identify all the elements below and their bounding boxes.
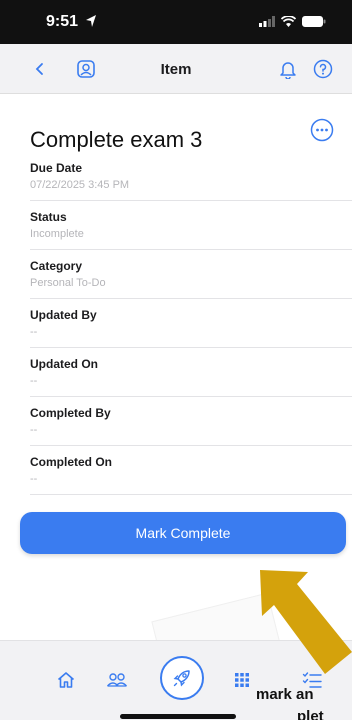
nav-bar: Item bbox=[0, 44, 352, 94]
status-bar: 9:51 bbox=[0, 0, 352, 44]
field-value: Incomplete bbox=[30, 228, 84, 240]
more-options-button[interactable] bbox=[310, 118, 334, 142]
field-completed-by: Completed By -- bbox=[30, 397, 352, 446]
field-label: Category bbox=[30, 259, 83, 273]
signal-icon bbox=[259, 16, 275, 27]
tab-rocket[interactable] bbox=[160, 656, 204, 700]
field-value: -- bbox=[30, 424, 38, 436]
field-value: Personal To-Do bbox=[30, 277, 106, 289]
field-updated-on: Updated On -- bbox=[30, 348, 352, 397]
annotation-arrow-icon bbox=[260, 570, 352, 674]
people-icon bbox=[106, 673, 128, 687]
home-icon bbox=[57, 672, 75, 688]
field-label: Due Date bbox=[30, 161, 83, 175]
item-details: Due Date 07/22/2025 3:45 PM Status Incom… bbox=[30, 152, 352, 495]
field-completed-on: Completed On -- bbox=[30, 446, 352, 495]
more-icon bbox=[310, 118, 334, 142]
help-icon bbox=[313, 59, 333, 79]
location-arrow-icon bbox=[86, 15, 96, 27]
battery-icon bbox=[302, 16, 326, 27]
home-indicator bbox=[120, 714, 236, 719]
field-label: Status bbox=[30, 210, 67, 224]
field-value: -- bbox=[30, 326, 38, 338]
tab-home[interactable] bbox=[54, 668, 78, 692]
field-updated-by: Updated By -- bbox=[30, 299, 352, 348]
notifications-button[interactable] bbox=[276, 57, 300, 81]
rocket-icon bbox=[173, 670, 190, 687]
help-button[interactable] bbox=[311, 57, 335, 81]
bell-icon bbox=[280, 62, 296, 79]
field-label: Updated By bbox=[30, 308, 97, 322]
wifi-icon bbox=[281, 16, 296, 27]
field-label: Completed By bbox=[30, 406, 111, 420]
field-label: Completed On bbox=[30, 455, 113, 469]
status-icons bbox=[259, 16, 326, 27]
field-due-date: Due Date 07/22/2025 3:45 PM bbox=[30, 152, 352, 201]
mark-complete-button[interactable]: Mark Complete bbox=[20, 512, 346, 554]
status-time: 9:51 bbox=[46, 13, 79, 30]
field-value: 07/22/2025 3:45 PM bbox=[30, 179, 130, 191]
field-value: -- bbox=[30, 375, 38, 387]
item-title: Complete exam 3 bbox=[30, 127, 203, 152]
field-category: Category Personal To-Do bbox=[30, 250, 352, 299]
annotation-text-continued: plet bbox=[297, 708, 324, 720]
field-label: Updated On bbox=[30, 357, 98, 371]
tab-people[interactable] bbox=[105, 668, 129, 692]
field-status: Status Incomplete bbox=[30, 201, 352, 250]
field-value: -- bbox=[30, 473, 38, 485]
annotation-text: mark an bbox=[256, 686, 314, 703]
